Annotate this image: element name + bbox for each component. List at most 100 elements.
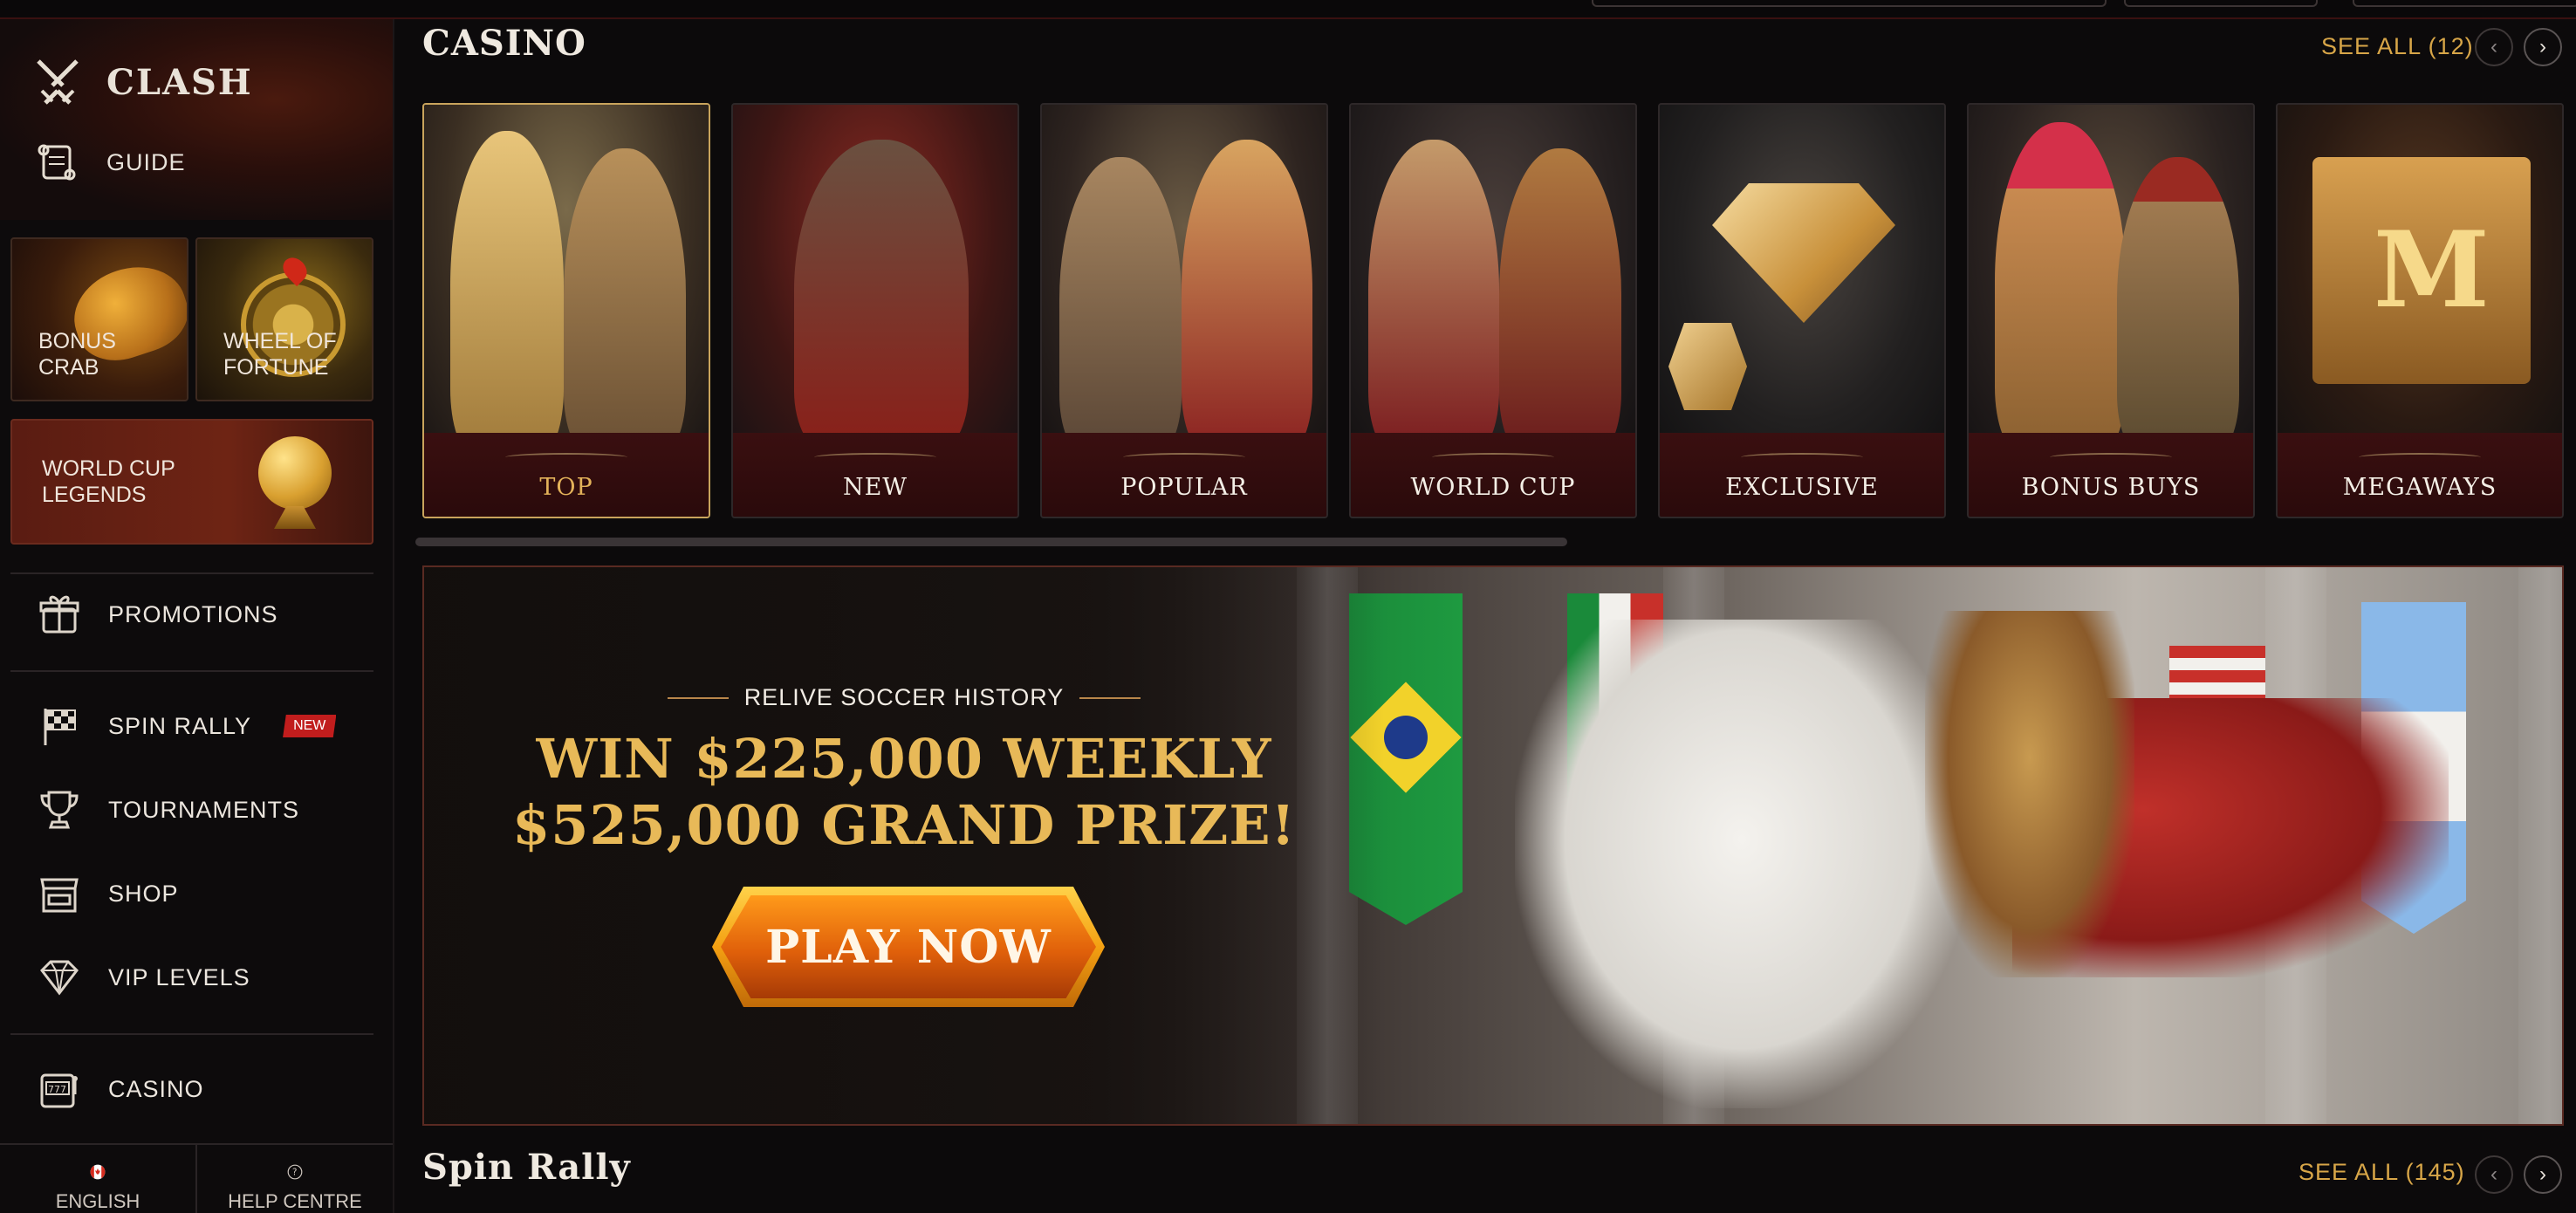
category-art-bonus-buys [1969,105,2253,454]
sidebar-divider [10,670,373,672]
casino-see-all-link[interactable]: SEE ALL (12) [2321,33,2474,60]
character-figure [564,148,686,454]
category-label-bonus-buys: BONUS BUYS [2021,474,2201,501]
casino-section-title: CASINO [422,23,586,64]
category-footer: WORLD CUP [1351,433,1635,517]
diamond-gem-art [1712,183,1895,323]
world-cup-legends-label: WORLD CUP LEGENDS [42,456,175,507]
category-label-exclusive: EXCLUSIVE [1725,474,1879,501]
banner-headline: WIN $225,000 WEEKLY $525,000 GRAND PRIZE… [424,726,1384,859]
promo-banner[interactable]: RELIVE SOCCER HISTORY WIN $225,000 WEEKL… [422,565,2564,1126]
flag-globe [1384,716,1428,759]
sidebar-footer: ENGLISH ? HELP CENTRE [0,1143,393,1213]
category-art-new [733,105,1017,454]
svg-text:?: ? [292,1168,297,1178]
category-card-exclusive[interactable]: EXCLUSIVE [1658,103,1946,518]
main-content: CASINO SEE ALL (12) ‹ › TOP NEW POPULAR … [394,19,2576,1213]
ornament [505,453,627,462]
nav-casino[interactable]: 777 CASINO [35,1063,204,1115]
page: CLASH GUIDE BONUS CRAB WHEEL OF FORTUNE [0,0,2576,1213]
nav-vip-levels[interactable]: VIP LEVELS [35,951,250,1004]
spin-rally-prev-button[interactable]: ‹ [2475,1155,2513,1194]
sidebar: CLASH GUIDE BONUS CRAB WHEEL OF FORTUNE [0,19,394,1213]
chevron-right-icon: › [2539,35,2546,58]
gift-icon [35,590,84,639]
nav-spin-rally[interactable]: SPIN RALLY NEW [35,700,337,752]
ornament [1123,453,1245,462]
category-label-new: NEW [842,474,908,501]
chevron-right-icon: › [2539,1162,2546,1186]
character-figure [1499,148,1621,454]
category-label-world-cup: WORLD CUP [1410,474,1576,501]
category-card-new[interactable]: NEW [731,103,1019,518]
nav-tournaments[interactable]: TOURNAMENTS [35,784,299,836]
search-box-edge[interactable] [1592,0,2107,7]
nav-spin-rally-label: SPIN RALLY [108,712,252,739]
chevron-left-icon: ‹ [2490,1162,2497,1186]
character-figure [794,140,969,454]
character-figure [1368,140,1499,454]
sidebar-divider [10,1033,373,1035]
ornament [2050,453,2172,462]
header-button-edge-2[interactable] [2353,0,2576,7]
promo-tile-bonus-crab[interactable]: BONUS CRAB [10,237,188,401]
character-figure [1182,140,1312,454]
new-badge: NEW [283,715,337,737]
casino-prev-button[interactable]: ‹ [2475,28,2513,66]
category-card-bonus-buys[interactable]: BONUS BUYS [1967,103,2255,518]
trophy-icon [35,785,84,834]
chevron-left-icon: ‹ [2490,35,2497,58]
category-art-megaways: M [2278,105,2562,454]
category-card-megaways[interactable]: M MEGAWAYS [2276,103,2564,518]
promo-tile-world-cup-legends[interactable]: WORLD CUP LEGENDS [10,419,373,545]
casino-next-button[interactable]: › [2524,28,2562,66]
gem-art [1668,323,1747,410]
diamond-icon [35,953,84,1002]
help-centre-link[interactable]: ? HELP CENTRE [195,1145,393,1213]
nav-shop[interactable]: SHOP [35,867,179,920]
character-figure [1059,157,1182,454]
help-label: HELP CENTRE [228,1190,362,1212]
category-footer: MEGAWAYS [2278,433,2562,517]
spin-rally-see-all-link[interactable]: SEE ALL (145) [2299,1159,2465,1186]
checkered-flag-icon [35,702,84,750]
character-figure [1995,122,2126,454]
category-card-world-cup[interactable]: WORLD CUP [1349,103,1637,518]
ornament [814,453,936,462]
ornament-line [1079,696,1141,699]
ornament [2359,453,2481,462]
ornament [1432,453,1554,462]
promo-tile-wheel-of-fortune[interactable]: WHEEL OF FORTUNE [195,237,373,401]
carousel-scrollbar[interactable] [415,538,1567,546]
category-label-popular: POPULAR [1120,474,1248,501]
brand-logo[interactable]: CLASH [31,56,253,108]
bonus-crab-label: BONUS CRAB [38,329,116,380]
category-card-top[interactable]: TOP [422,103,710,518]
header-button-edge[interactable] [2124,0,2318,7]
banner-kicker: RELIVE SOCCER HISTORY [424,684,1384,711]
guide-label: GUIDE [106,148,186,175]
category-art-exclusive [1660,105,1944,454]
shop-stall-icon [35,869,84,918]
svg-text:777: 777 [48,1084,66,1095]
top-bar [0,0,2576,19]
play-now-label: PLAY NOW [765,920,1052,974]
spin-rally-section-title: Spin Rally [422,1147,631,1188]
pillar [2518,567,2562,1124]
scroll-icon [38,144,76,181]
language-selector[interactable]: ENGLISH [0,1145,195,1213]
slot-machine-icon: 777 [35,1065,84,1114]
category-footer: NEW [733,433,1017,517]
play-now-button[interactable]: PLAY NOW [712,887,1105,1007]
nav-promotions[interactable]: PROMOTIONS [35,588,278,641]
category-footer: TOP [424,433,709,517]
canada-flag-icon [90,1164,106,1180]
banner-kicker-text: RELIVE SOCCER HISTORY [743,684,1065,710]
category-footer: POPULAR [1042,433,1326,517]
nav-guide[interactable]: GUIDE [35,140,186,185]
sidebar-hero: CLASH GUIDE [0,19,393,220]
category-card-popular[interactable]: POPULAR [1040,103,1328,518]
spin-rally-next-button[interactable]: › [2524,1155,2562,1194]
trophy-stand [274,506,316,529]
language-label: ENGLISH [55,1190,140,1212]
